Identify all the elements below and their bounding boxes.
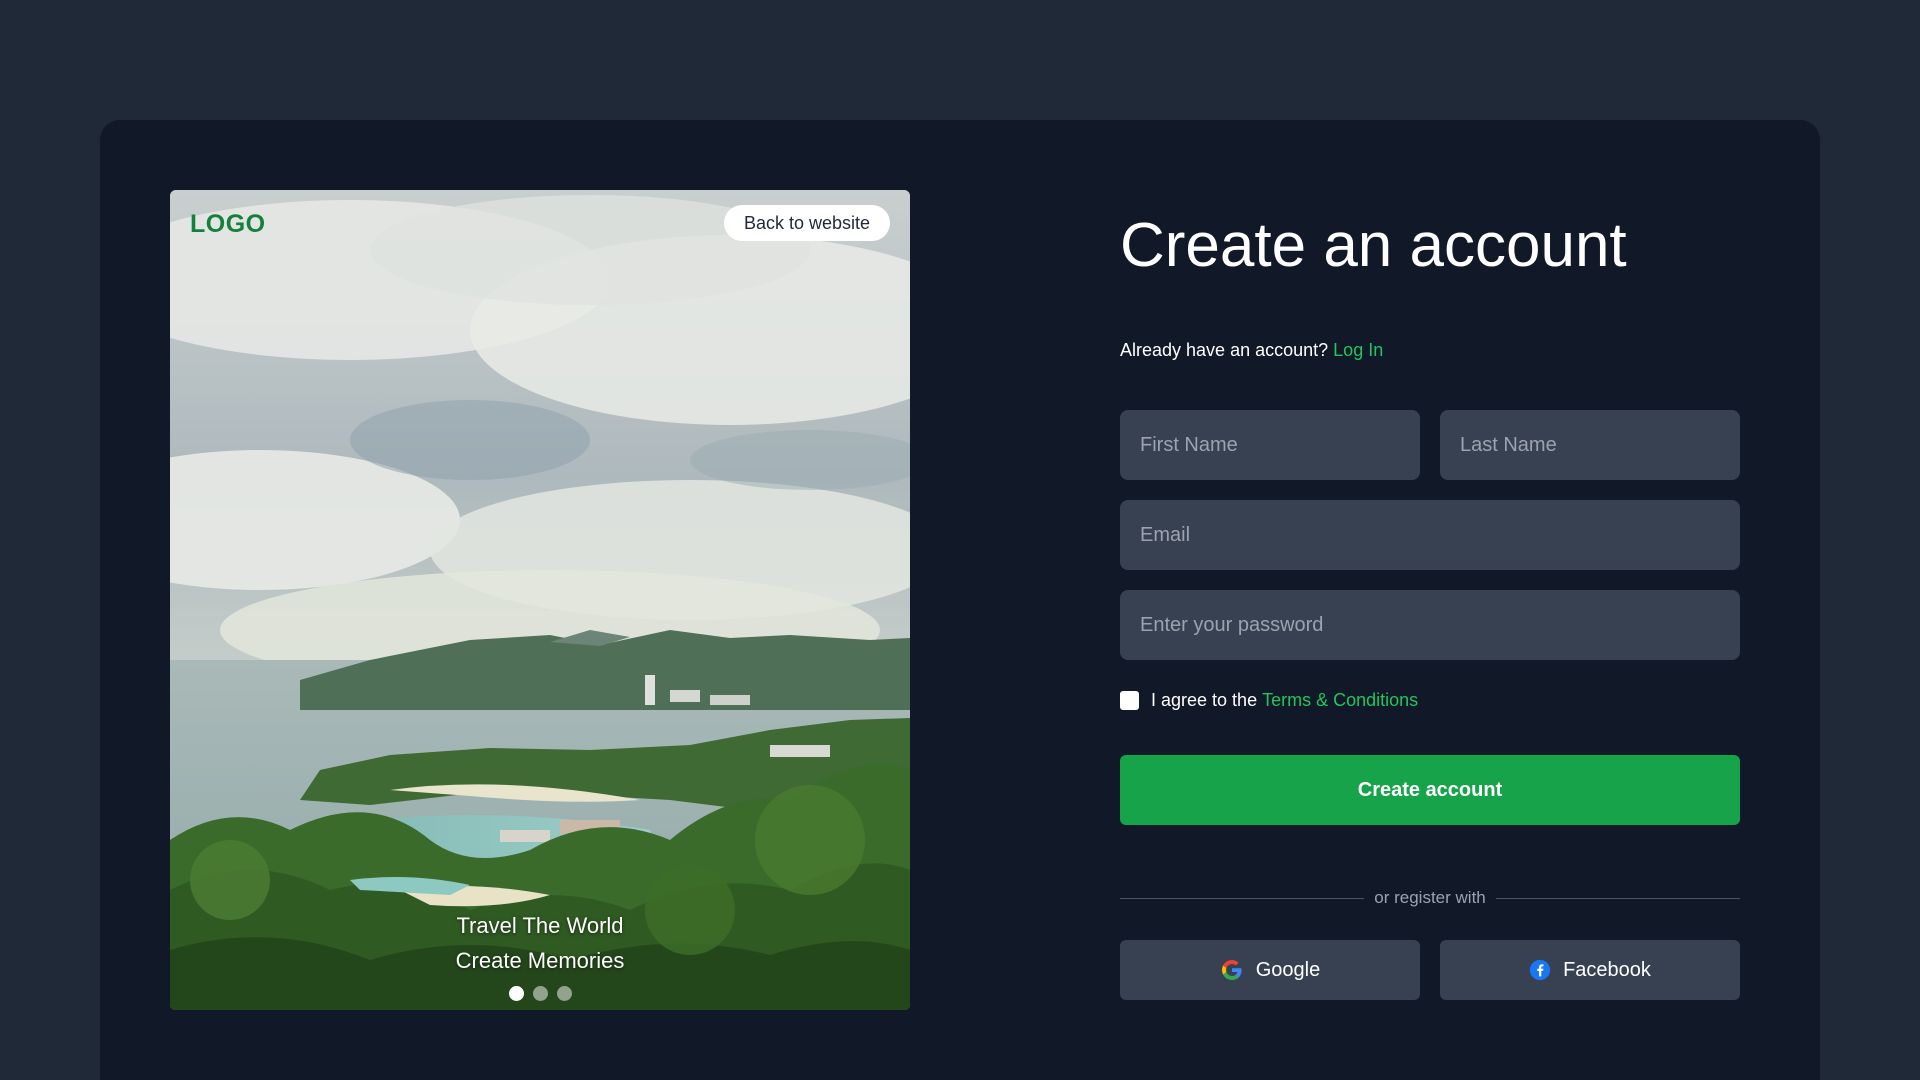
google-label: Google [1255,958,1321,981]
register-divider: or register with [1120,888,1741,908]
carousel-dot-3[interactable] [556,986,572,1001]
signup-card: LOGO Back to website Travel The World Cr… [100,120,1820,1080]
hero-tagline-line2: Create Memories [455,948,625,973]
facebook-label: Facebook [1563,958,1651,981]
login-prompt: Already have an account? Log In [1120,340,1383,361]
google-button[interactable]: Google [1120,940,1420,1000]
hero-panel: LOGO Back to website Travel The World Cr… [170,190,910,1010]
back-to-website-button[interactable]: Back to website [723,205,890,241]
carousel-dot-1[interactable] [508,986,524,1001]
divider-line-right [1495,897,1741,899]
google-icon [1221,960,1242,980]
first-name-input[interactable] [1120,410,1420,480]
terms-agreement: I agree to the Terms & Conditions [1120,690,1418,711]
logo[interactable]: LOGO [190,210,266,239]
facebook-button[interactable]: Facebook [1440,940,1740,1000]
create-account-button[interactable]: Create account [1120,755,1740,825]
divider-line-left [1120,897,1365,899]
hero-tagline-line1: Travel The World [456,913,624,938]
terms-checkbox[interactable] [1120,691,1139,710]
login-link[interactable]: Log In [1333,340,1383,360]
page-title: Create an account [1120,211,1627,280]
carousel-dots [170,986,910,1001]
password-input[interactable] [1120,590,1740,660]
facebook-icon [1529,959,1551,981]
terms-link[interactable]: Terms & Conditions [1262,690,1418,711]
terms-prefix: I agree to the [1151,690,1258,710]
last-name-input[interactable] [1440,410,1740,480]
carousel-dot-2[interactable] [532,986,548,1001]
email-input[interactable] [1120,500,1740,570]
hero-image [170,190,910,1010]
login-prompt-text: Already have an account? [1120,340,1329,360]
divider-text: or register with [1374,888,1486,907]
